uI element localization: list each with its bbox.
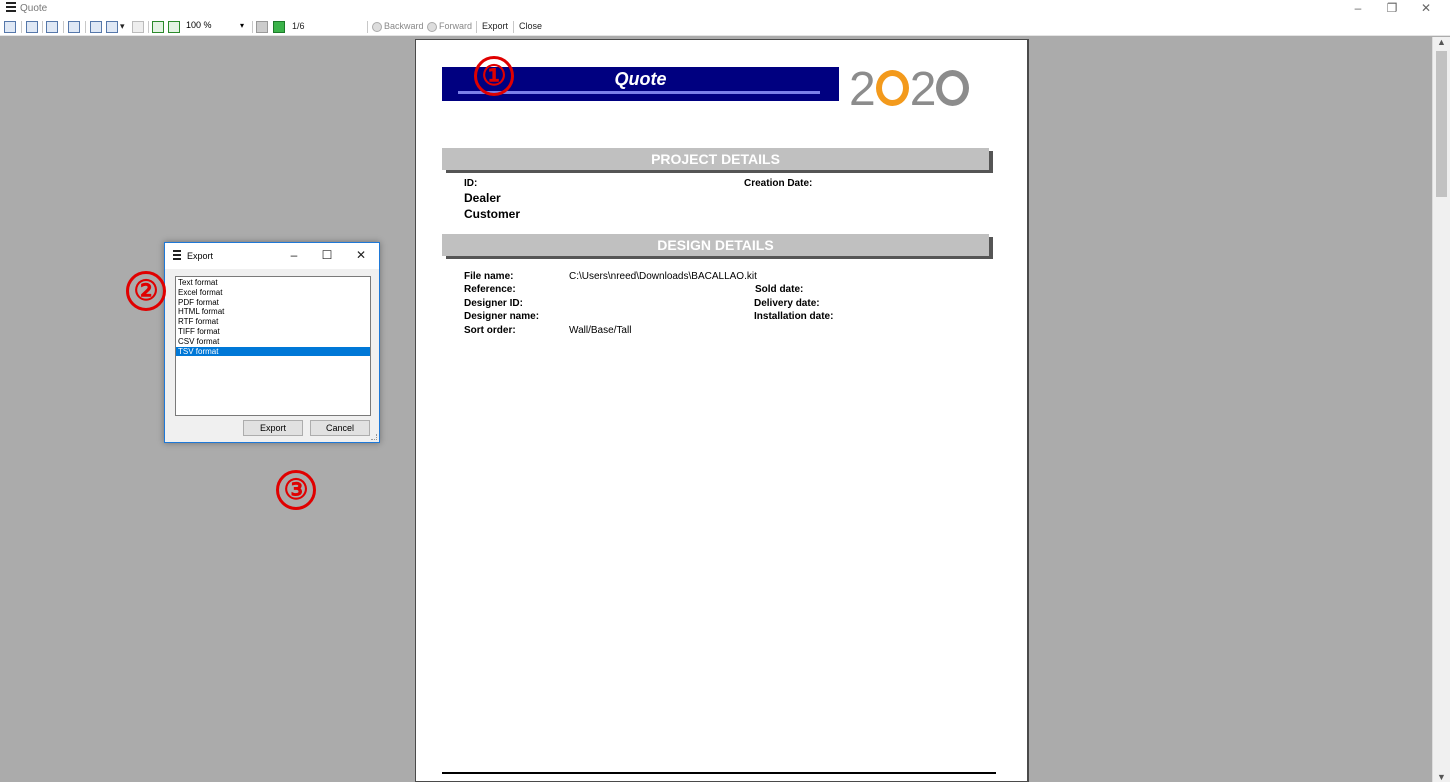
print-setup-icon[interactable] — [46, 21, 58, 33]
app-menu-icon[interactable] — [6, 2, 16, 12]
customer-label: Customer — [464, 207, 521, 221]
backward-button[interactable]: Backward — [384, 21, 424, 31]
backward-icon — [372, 22, 382, 32]
dialog-minimize-icon[interactable]: – — [287, 248, 301, 262]
reference-label: Reference: — [464, 284, 516, 295]
zoom-select[interactable]: 100 % ▾ — [186, 20, 248, 34]
creation-date-label: Creation Date: — [744, 178, 813, 189]
forward-button[interactable]: Forward — [439, 21, 472, 31]
dialog-close-icon[interactable]: ✕ — [354, 248, 368, 262]
logo-2020: 22 — [849, 62, 970, 116]
scrollbar-thumb[interactable] — [1436, 51, 1447, 197]
dialog-menu-icon[interactable] — [173, 250, 181, 262]
multi-page-icon[interactable] — [106, 21, 118, 33]
banner-underline — [458, 91, 820, 94]
format-item[interactable]: RTF format — [176, 317, 370, 327]
zoom-in-icon[interactable] — [152, 21, 164, 33]
minimize-icon[interactable]: – — [1350, 1, 1366, 15]
format-list[interactable]: Text format Excel format PDF format HTML… — [175, 276, 371, 416]
installation-date-label: Installation date: — [754, 311, 834, 322]
copy-icon[interactable] — [4, 21, 16, 33]
sort-order-value: Wall/Base/Tall — [569, 325, 632, 336]
format-item[interactable]: Text format — [176, 278, 370, 288]
forward-icon — [427, 22, 437, 32]
logo-orange-ring — [875, 70, 909, 106]
dealer-label: Dealer — [464, 191, 501, 205]
sold-date-label: Sold date: — [755, 284, 804, 295]
single-page-icon[interactable] — [90, 21, 102, 33]
file-name-value: C:\Users\nreed\Downloads\BACALLAO.kit — [569, 271, 757, 282]
multi-page-dropdown-icon[interactable]: ▾ — [120, 21, 125, 32]
delivery-date-label: Delivery date: — [754, 298, 820, 309]
designer-id-label: Designer ID: — [464, 298, 523, 309]
page-bottom-rule — [442, 772, 996, 774]
sort-order-label: Sort order: — [464, 325, 516, 336]
close-button[interactable]: Close — [519, 21, 542, 31]
format-item[interactable]: HTML format — [176, 307, 370, 317]
dialog-export-button[interactable]: Export — [243, 420, 303, 436]
restore-icon[interactable]: ❐ — [1384, 1, 1400, 15]
callout-3: ③ — [276, 470, 316, 510]
scroll-up-icon[interactable]: ▲ — [1437, 37, 1446, 47]
logo-gray-ring — [936, 70, 970, 106]
zoom-value: 100 % — [186, 20, 212, 30]
file-name-label: File name: — [464, 271, 514, 282]
format-item-selected[interactable]: TSV format — [176, 346, 370, 357]
export-dialog: Export – ☐ ✕ Text format Excel format PD… — [164, 242, 380, 443]
zoom-out-icon[interactable] — [168, 21, 180, 33]
scroll-down-icon[interactable]: ▼ — [1437, 772, 1446, 782]
close-window-icon[interactable]: ✕ — [1418, 1, 1434, 15]
id-label: ID: — [464, 178, 478, 189]
project-details-header: PROJECT DETAILS — [442, 148, 989, 170]
page-settings-icon[interactable] — [132, 21, 144, 33]
find-icon[interactable] — [68, 21, 80, 33]
zoom-dropdown-icon[interactable]: ▾ — [240, 21, 244, 30]
callout-1: ① — [474, 56, 514, 96]
page-indicator: 1/6 — [292, 21, 305, 31]
dialog-cancel-button[interactable]: Cancel — [310, 420, 370, 436]
print-icon[interactable] — [26, 21, 38, 33]
window-title-bar: Quote – ❐ ✕ — [0, 0, 1450, 18]
resize-grip-icon[interactable] — [371, 434, 377, 440]
format-item[interactable]: CSV format — [176, 337, 370, 347]
format-item[interactable]: PDF format — [176, 298, 370, 308]
export-button[interactable]: Export — [482, 21, 508, 31]
report-page: Quote 22 PROJECT DETAILS ID: Creation Da… — [415, 39, 1029, 782]
export-dialog-titlebar[interactable]: Export – ☐ ✕ — [165, 243, 379, 269]
format-item[interactable]: TIFF format — [176, 327, 370, 337]
format-item[interactable]: Excel format — [176, 288, 370, 298]
window-title: Quote — [20, 3, 48, 14]
export-dialog-title: Export — [187, 251, 214, 261]
previous-page-icon[interactable] — [256, 21, 268, 33]
designer-name-label: Designer name: — [464, 311, 540, 322]
next-page-icon[interactable] — [273, 21, 285, 33]
design-details-header: DESIGN DETAILS — [442, 234, 989, 256]
toolbar: ▾ 100 % ▾ 1/6 Backward Forward Export Cl… — [0, 18, 1450, 36]
dialog-maximize-icon[interactable]: ☐ — [320, 248, 334, 262]
callout-2: ② — [126, 271, 166, 311]
vertical-scrollbar[interactable]: ▲ ▼ — [1432, 37, 1450, 782]
